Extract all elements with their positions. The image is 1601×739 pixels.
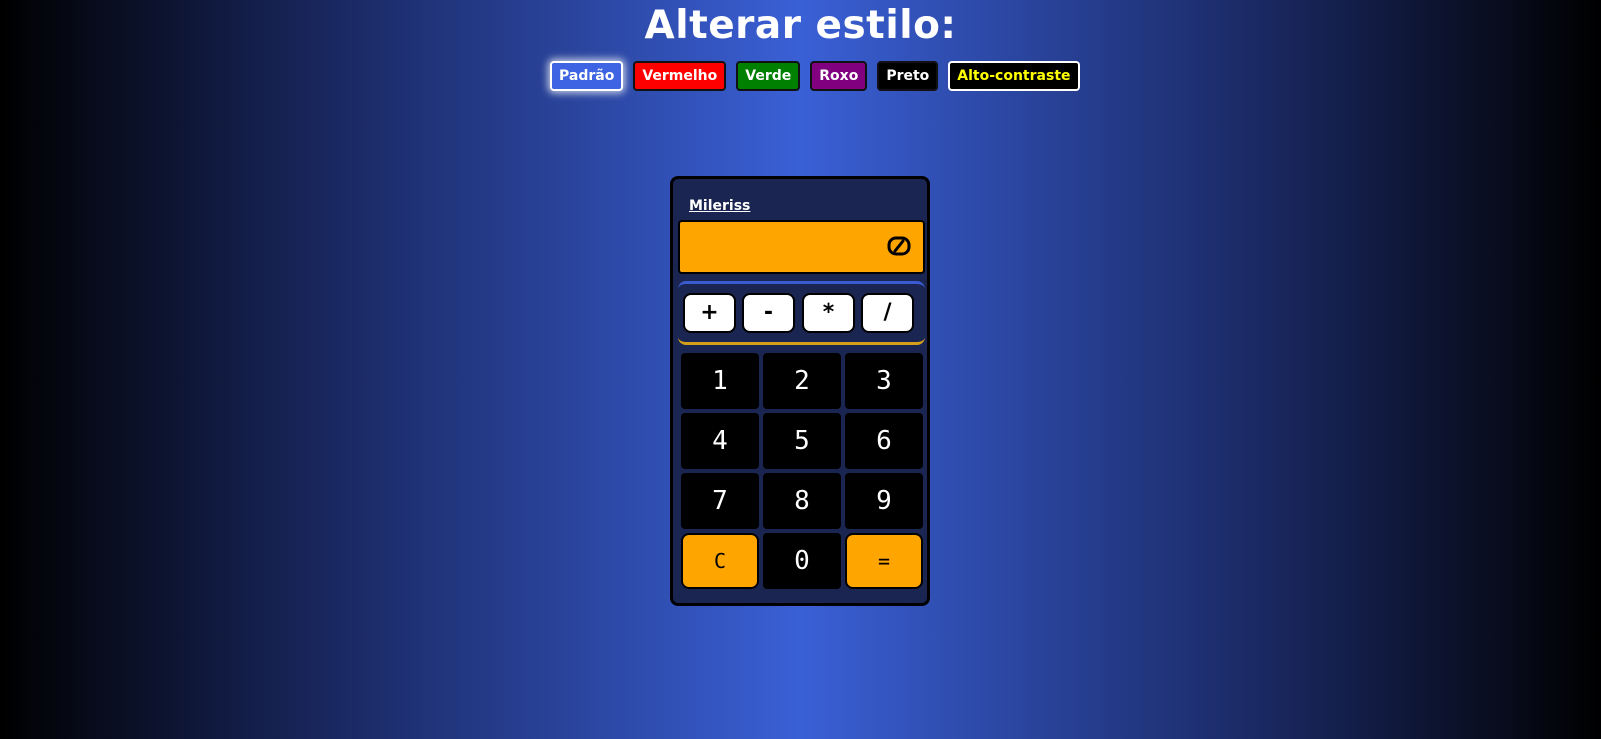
key-3[interactable]: 3 xyxy=(845,353,923,409)
key-1[interactable]: 1 xyxy=(681,353,759,409)
operator-minus-button[interactable]: - xyxy=(742,293,795,333)
key-7[interactable]: 7 xyxy=(681,473,759,529)
style-button-padrao[interactable]: Padrão xyxy=(550,61,624,91)
style-switcher: Padrão Vermelho Verde Roxo Preto Alto-co… xyxy=(550,61,1080,91)
calculator-brand: Mileriss xyxy=(689,198,751,214)
style-button-preto[interactable]: Preto xyxy=(877,61,939,91)
operator-divide-button[interactable]: / xyxy=(861,293,914,333)
style-button-vermelho[interactable]: Vermelho xyxy=(633,61,727,91)
equals-button[interactable]: = xyxy=(845,533,923,589)
clear-button[interactable]: C xyxy=(681,533,759,589)
operator-multiply-button[interactable]: * xyxy=(802,293,855,333)
key-5[interactable]: 5 xyxy=(763,413,841,469)
operator-plus-button[interactable]: + xyxy=(683,293,736,333)
key-9[interactable]: 9 xyxy=(845,473,923,529)
key-0[interactable]: 0 xyxy=(763,533,841,589)
calculator: Mileriss + - * / 1 2 3 4 5 6 7 8 9 C 0 = xyxy=(670,176,930,606)
operator-bar: + - * / xyxy=(678,281,925,345)
page-title: Alterar estilo: xyxy=(644,3,957,48)
key-8[interactable]: 8 xyxy=(763,473,841,529)
calculator-display xyxy=(678,220,925,274)
key-4[interactable]: 4 xyxy=(681,413,759,469)
style-button-roxo[interactable]: Roxo xyxy=(810,61,868,91)
style-button-alto-contraste[interactable]: Alto-contraste xyxy=(948,61,1080,91)
style-button-verde[interactable]: Verde xyxy=(736,61,801,91)
key-6[interactable]: 6 xyxy=(845,413,923,469)
key-2[interactable]: 2 xyxy=(763,353,841,409)
zero-icon xyxy=(887,236,911,256)
